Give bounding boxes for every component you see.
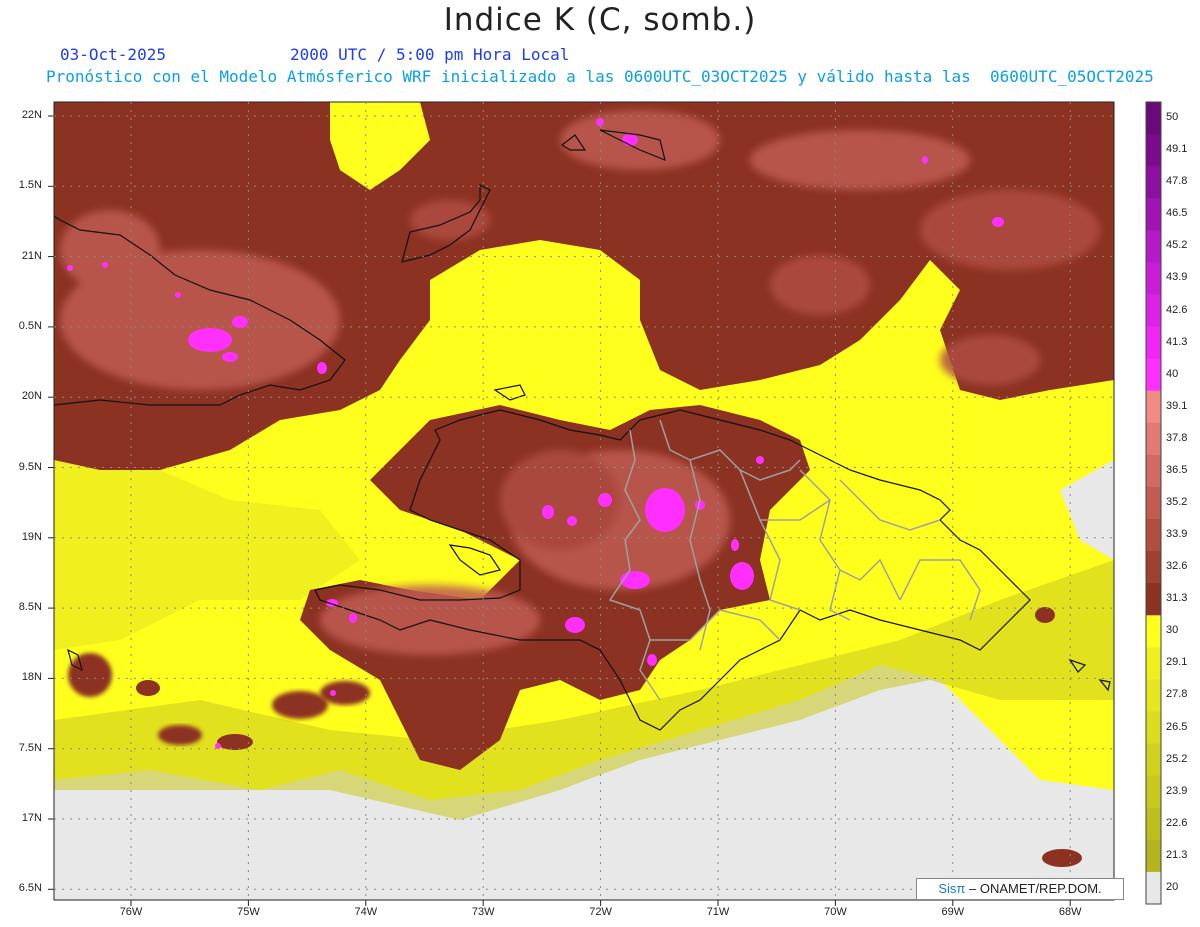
colorbar-label: 21.3	[1166, 848, 1188, 861]
colorbar-label: 37.8	[1166, 431, 1188, 444]
lat-label: 21N	[21, 249, 42, 262]
colorbar-swatch	[1146, 519, 1161, 552]
lon-label: 69W	[941, 906, 965, 918]
colorbar-label: 42.6	[1166, 303, 1188, 316]
lat-label: 20N	[21, 390, 42, 403]
lat-label: 22N	[21, 109, 42, 121]
colorbar-swatch	[1146, 486, 1161, 520]
credit-text: – ONAMET/REP.DOM.	[968, 881, 1102, 896]
colorbar-label: 50	[1166, 111, 1179, 124]
lon-label: 74W	[354, 906, 378, 918]
colorbar	[1145, 101, 1162, 905]
colorbar-label: 47.8	[1166, 175, 1188, 188]
colorbar-label: 39.1	[1166, 399, 1188, 412]
lon-label: 71W	[706, 906, 730, 918]
lon-label: 76W	[119, 906, 143, 918]
colorbar-label: 23.9	[1166, 784, 1188, 797]
colorbar-swatch	[1146, 294, 1161, 328]
lat-label: 17N	[21, 812, 42, 824]
lon-label: 70W	[824, 906, 847, 918]
colorbar-label: 22.6	[1166, 816, 1188, 829]
lat-label: 18N	[21, 671, 42, 684]
lon-label: 75W	[237, 906, 260, 918]
colorbar-swatch	[1146, 839, 1161, 873]
colorbar-label: 45.2	[1166, 239, 1188, 252]
lat-label: 19N	[21, 530, 42, 543]
colorbar-swatch	[1146, 358, 1161, 392]
colorbar-label: 46.5	[1166, 207, 1188, 220]
colorbar-swatch	[1146, 679, 1161, 713]
colorbar-swatch	[1146, 326, 1161, 360]
colorbar-swatch	[1146, 647, 1161, 680]
credit-box: Sisπ – ONAMET/REP.DOM.	[916, 878, 1124, 900]
colorbar-label: 49.1	[1166, 143, 1188, 156]
colorbar-swatch	[1146, 166, 1161, 199]
colorbar-label: 20	[1166, 880, 1179, 893]
colorbar-swatch	[1146, 711, 1161, 745]
colorbar-swatch	[1146, 230, 1161, 263]
colorbar-swatch	[1146, 390, 1161, 424]
colorbar-label: 26.5	[1166, 720, 1188, 733]
colorbar-label: 43.9	[1166, 271, 1188, 284]
colorbar-swatch	[1146, 422, 1161, 456]
forecast-map	[48, 101, 1162, 906]
lon-label: 68W	[1058, 906, 1082, 918]
lat-label: 6.5N	[18, 882, 42, 895]
lat-label: 8.5N	[18, 601, 42, 614]
map-field	[54, 102, 1114, 900]
lat-label: 9.5N	[18, 460, 42, 473]
colorbar-label: 36.5	[1166, 463, 1188, 476]
colorbar-swatch	[1146, 198, 1161, 231]
colorbar-swatch	[1146, 775, 1161, 809]
colorbar-label: 29.1	[1166, 656, 1188, 669]
colorbar-swatch	[1146, 262, 1161, 295]
colorbar-swatch	[1146, 454, 1161, 488]
colorbar-label: 35.2	[1166, 496, 1188, 508]
credit-pi: π	[956, 881, 966, 896]
colorbar-swatch	[1146, 871, 1161, 905]
lat-label: 7.5N	[18, 741, 42, 754]
credit-sis: Sis	[938, 881, 957, 896]
colorbar-label: 30	[1166, 624, 1179, 637]
colorbar-label: 33.9	[1166, 528, 1188, 541]
colorbar-label: 31.3	[1166, 592, 1188, 605]
colorbar-swatch	[1146, 615, 1161, 648]
colorbar-label: 27.8	[1166, 688, 1188, 701]
colorbar-swatch	[1146, 743, 1161, 777]
colorbar-label: 40	[1166, 367, 1179, 380]
colorbar-label: 25.2	[1166, 752, 1188, 765]
colorbar-label: 41.3	[1166, 335, 1188, 348]
colorbar-swatch	[1146, 807, 1161, 841]
colorbar-swatch	[1146, 134, 1161, 167]
lat-label: 1.5N	[18, 179, 42, 192]
colorbar-swatch	[1146, 551, 1161, 584]
lon-label: 73W	[471, 906, 495, 918]
colorbar-swatch	[1146, 102, 1161, 135]
colorbar-label: 32.6	[1166, 560, 1188, 573]
lon-label: 72W	[589, 906, 612, 918]
lat-label: 0.5N	[18, 319, 42, 332]
colorbar-swatch	[1146, 583, 1161, 616]
